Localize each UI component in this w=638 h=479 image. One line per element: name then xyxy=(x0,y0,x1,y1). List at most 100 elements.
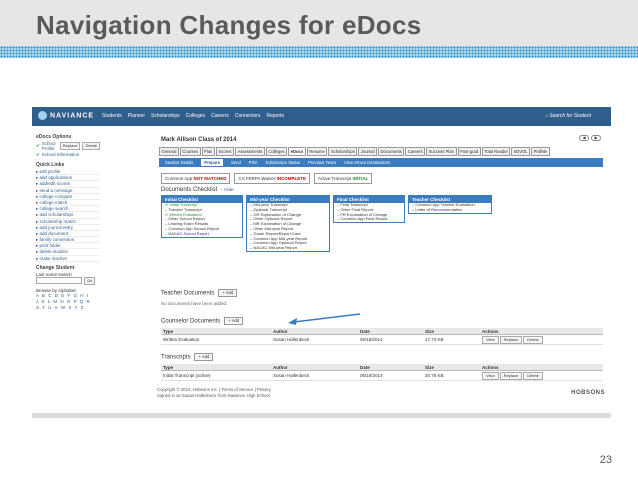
cell-type: Written Evaluation xyxy=(163,337,200,342)
quick-link-label: add journal entry xyxy=(39,224,74,230)
tab-documents[interactable]: Documents xyxy=(378,147,405,156)
tab-plan[interactable]: Plan xyxy=(201,147,215,156)
quick-link-label: make inactive xyxy=(39,255,68,261)
view-button[interactable]: View xyxy=(482,335,499,344)
delete-button[interactable]: Delete xyxy=(523,335,543,344)
previous-arrow-icon[interactable]: ◀ xyxy=(579,135,589,141)
nav-reports[interactable]: Reports xyxy=(266,113,284,119)
slide-dotted-rule xyxy=(0,46,638,58)
cell-date: 06/18/2014 xyxy=(360,337,383,342)
replace-button[interactable]: Replace xyxy=(499,371,523,380)
tab-success-plan[interactable]: Success Plan xyxy=(426,147,457,156)
edocs-options-heading: eDocs Options xyxy=(36,134,72,140)
subtab-view-edocs-destinations[interactable]: View eDocs Destinations xyxy=(344,160,390,165)
student-name-heading: Mark Allison Class of 2014 xyxy=(161,137,237,143)
tab-scholarships[interactable]: Scholarships xyxy=(328,147,358,156)
tab-assessments[interactable]: Assessments xyxy=(234,147,265,156)
checklist-box: Teacher Checklist – Common App Teacher Ev… xyxy=(408,195,492,214)
subtab-previous-years[interactable]: Previous Years xyxy=(308,160,336,165)
nav-connectors[interactable]: Connectors xyxy=(235,113,261,119)
subtab-student-details[interactable]: Student Details xyxy=(165,160,193,165)
nav-planner[interactable]: Planner xyxy=(128,113,145,119)
cell-author: Susan Hallenbeck xyxy=(273,337,310,342)
school-profile-link[interactable]: School Profile xyxy=(42,141,58,151)
tab-edocs[interactable]: eDocs xyxy=(288,147,306,156)
tab-edvol[interactable]: eDVOL xyxy=(511,147,531,156)
naviance-logo[interactable]: NAVIANCE xyxy=(38,111,94,120)
subtab-send[interactable]: Send xyxy=(231,160,241,165)
counselor-documents-title: Counselor Documents xyxy=(161,318,221,325)
subtab-prepare[interactable]: Prepare xyxy=(201,159,224,166)
subtab-print[interactable]: Print xyxy=(249,160,258,165)
column-author: Author xyxy=(273,365,288,370)
go-button[interactable]: Go xyxy=(84,276,96,285)
nav-careers[interactable]: Careers xyxy=(211,113,229,119)
school-information-link[interactable]: School Information xyxy=(42,152,80,157)
tab-resume[interactable]: Resume xyxy=(306,147,328,156)
add-transcript-button[interactable]: + Add xyxy=(194,353,214,361)
left-sidebar: eDocs Options ✔ School Profile Replace D… xyxy=(36,131,100,311)
checklists: Initial Checklist ✔ Initial Transcript – T… xyxy=(161,195,492,252)
nav-colleges[interactable]: Colleges xyxy=(186,113,205,119)
quick-link-label: college match xyxy=(39,199,68,205)
tab-profme[interactable]: ProfMe xyxy=(531,147,550,156)
bullet-icon: ▸ xyxy=(36,224,39,230)
school-profile-row: ✔ School Profile Replace Delete xyxy=(36,141,100,151)
checklist-item-label: Letter of Recommendation xyxy=(415,206,463,212)
tab-careers[interactable]: Careers xyxy=(405,147,426,156)
quick-link[interactable]: ▸ make inactive xyxy=(36,256,100,262)
tab-total-reader[interactable]: Total Reader xyxy=(481,147,511,156)
tab-post-grad[interactable]: Post-grad xyxy=(457,147,481,156)
bullet-icon: ▸ xyxy=(36,175,39,181)
bullet-icon: ▸ xyxy=(36,193,39,199)
bullet-icon: ▸ xyxy=(36,212,39,218)
add-counselor-document-button[interactable]: + Add xyxy=(224,317,244,325)
column-actions: Actions xyxy=(482,364,499,370)
table-header: Type Author Date Size Actions xyxy=(161,364,603,371)
column-date: Date xyxy=(360,365,370,370)
subtab-submission-status[interactable]: Submission Status xyxy=(265,160,300,165)
nav-students[interactable]: Students xyxy=(102,113,122,119)
main-nav: Students Planner Scholarships Colleges C… xyxy=(102,113,284,119)
status-value: INITIAL xyxy=(352,176,369,181)
tab-courses[interactable]: Courses xyxy=(179,147,201,156)
quick-link-label: scholarship match xyxy=(39,218,76,224)
quick-link-label: send a message xyxy=(39,187,73,193)
status-value: NOT MATCHED xyxy=(193,176,227,181)
checklist-box: Final Checklist – Final Transcript – Other… xyxy=(333,195,405,224)
bottom-bar xyxy=(32,413,611,418)
status-label: Common App xyxy=(165,176,193,181)
nav-scholarships[interactable]: Scholarships xyxy=(151,113,180,119)
checklist-item-label: Common App Final Report xyxy=(340,216,388,222)
transcripts-title: Transcripts xyxy=(161,354,191,361)
next-arrow-icon[interactable]: ▶ xyxy=(591,135,601,141)
view-button[interactable]: View xyxy=(482,371,499,380)
replace-button[interactable]: Replace xyxy=(59,141,81,150)
hide-link[interactable]: − Hide xyxy=(220,187,233,192)
add-teacher-document-button[interactable]: + Add xyxy=(218,289,238,297)
tab-general[interactable]: General xyxy=(159,147,179,156)
delete-button[interactable]: Delete xyxy=(82,141,100,150)
change-student-heading: Change Student xyxy=(36,264,75,271)
quick-link-label: college compare xyxy=(39,193,73,199)
student-search[interactable]: ⌕ Search for Student xyxy=(545,113,591,119)
search-label: Search for Student xyxy=(549,113,591,119)
alphabet-row[interactable]: S T U V W X Y Z xyxy=(36,305,100,311)
tab-journal[interactable]: Journal xyxy=(358,147,378,156)
tab-scores[interactable]: Scores xyxy=(215,147,234,156)
slide: Navigation Changes for eDocs NAVIANCE St… xyxy=(0,0,638,479)
cell-actions: View Replace Delete xyxy=(482,371,603,380)
delete-button[interactable]: Delete xyxy=(523,371,543,380)
status-badges: Common App NOT MATCHED CA FERPA Waiver I… xyxy=(161,173,373,184)
tab-colleges[interactable]: Colleges xyxy=(265,147,288,156)
alphabet-row[interactable]: J K L M N O P Q R xyxy=(36,299,100,305)
status-value: INCOMPLETE xyxy=(276,176,306,181)
quick-link-label: edit profile xyxy=(39,169,61,174)
hide-label: Hide xyxy=(224,187,234,192)
replace-button[interactable]: Replace xyxy=(499,335,523,344)
add-label: Add xyxy=(231,318,240,323)
last-name-input[interactable] xyxy=(36,277,82,285)
quick-link-label: add document xyxy=(39,230,69,236)
slide-title: Navigation Changes for eDocs xyxy=(36,10,422,40)
column-author: Author xyxy=(273,329,288,334)
